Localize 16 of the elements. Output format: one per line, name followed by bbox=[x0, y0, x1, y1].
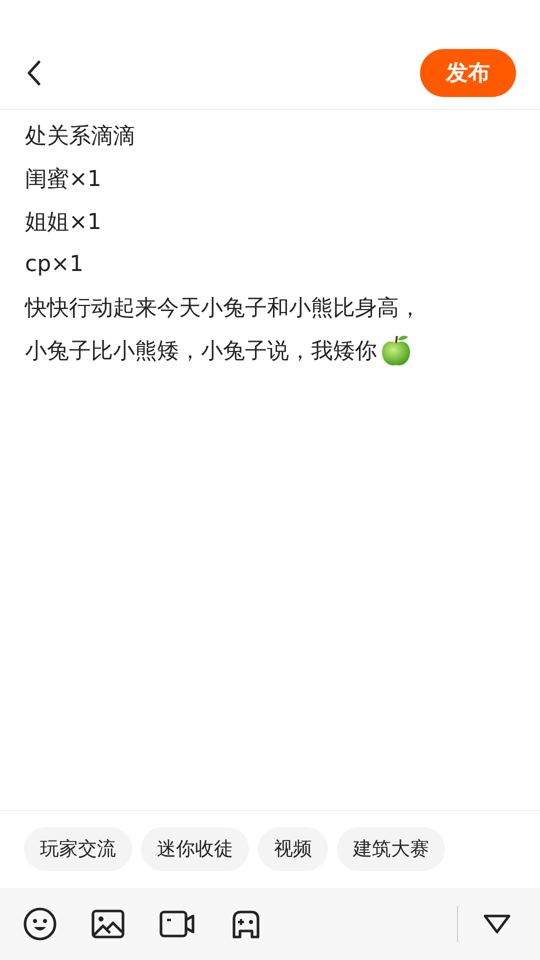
emoji-icon[interactable] bbox=[23, 907, 57, 941]
post-text-line: cp×1 bbox=[25, 252, 84, 277]
image-icon[interactable] bbox=[91, 909, 125, 939]
post-text-line: 快快行动起来今天小兔子和小熊比身高， bbox=[25, 294, 421, 322]
post-text-line: 小兔子比小熊矮，小兔子说，我矮你 bbox=[25, 338, 377, 366]
video-camera-icon[interactable] bbox=[159, 909, 195, 939]
topic-tag[interactable]: 建筑大赛 bbox=[337, 827, 445, 871]
topic-tag[interactable]: 视频 bbox=[258, 827, 328, 871]
post-text-line: 闺蜜×1 bbox=[25, 166, 102, 194]
post-text-line: 处关系滴滴 bbox=[25, 122, 135, 150]
post-text-line: 姐姐×1 bbox=[25, 208, 102, 236]
collapse-icon[interactable] bbox=[482, 913, 512, 935]
topic-tag[interactable]: 迷你收徒 bbox=[141, 827, 249, 871]
apple-icon bbox=[379, 334, 413, 368]
back-icon[interactable] bbox=[26, 60, 42, 86]
topic-tag[interactable]: 玩家交流 bbox=[24, 827, 132, 871]
